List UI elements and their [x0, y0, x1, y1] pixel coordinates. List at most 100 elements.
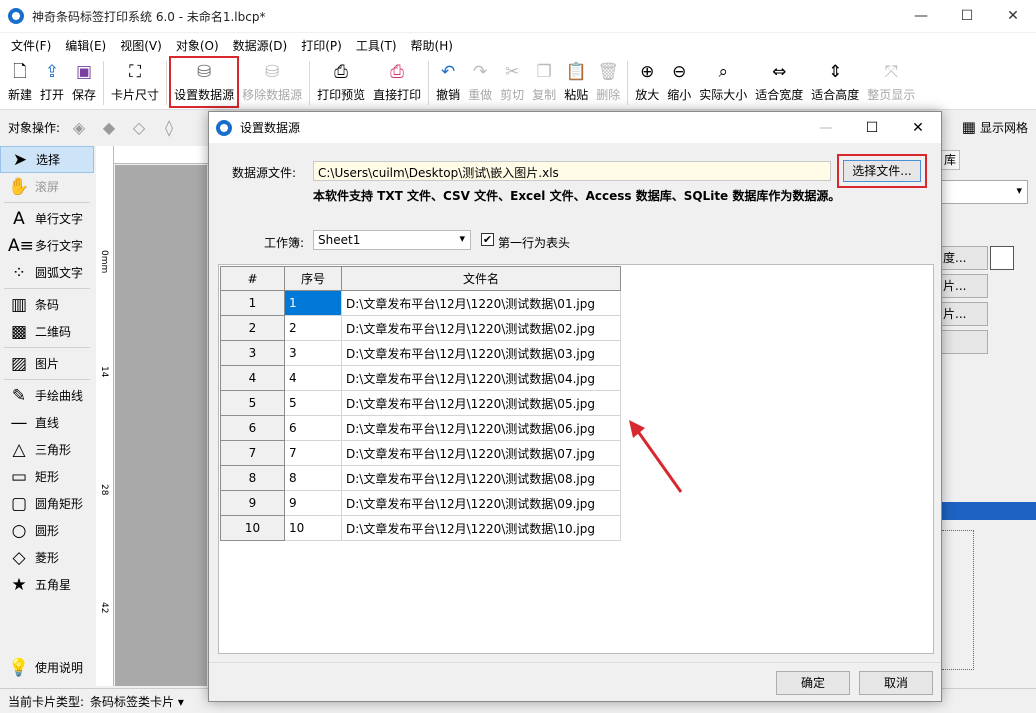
actual-size-button[interactable]: ⌕ 实际大小 [695, 57, 751, 107]
table-row[interactable]: 6 6 D:\文章发布平台\12月\1220\测试数据\06.jpg [220, 415, 621, 441]
row-number-cell[interactable]: 10 [220, 515, 285, 541]
seq-cell[interactable]: 7 [284, 440, 342, 466]
seq-cell[interactable]: 5 [284, 390, 342, 416]
tool-freehand[interactable]: ✎ 手绘曲线 [0, 382, 94, 409]
seq-cell[interactable]: 1 [284, 290, 342, 316]
seq-cell[interactable]: 10 [284, 515, 342, 541]
row-number-cell[interactable]: 5 [220, 390, 285, 416]
tool-round-rect[interactable]: ▢ 圆角矩形 [0, 490, 94, 517]
tool-single-text[interactable]: A 单行文字 [0, 205, 94, 232]
table-row[interactable]: 4 4 D:\文章发布平台\12月\1220\测试数据\04.jpg [220, 365, 621, 391]
seq-cell[interactable]: 3 [284, 340, 342, 366]
print-preview-button[interactable]: ⎙ 打印预览 [313, 57, 369, 107]
row-number-cell[interactable]: 2 [220, 315, 285, 341]
property-select[interactable] [940, 180, 1028, 204]
ok-button[interactable]: 确定 [776, 671, 850, 695]
first-row-header-checkbox[interactable]: ✔ [481, 233, 494, 246]
filename-cell[interactable]: D:\文章发布平台\12月\1220\测试数据\01.jpg [341, 290, 621, 316]
right-panel-button[interactable]: 片... [940, 302, 988, 326]
row-number-cell[interactable]: 3 [220, 340, 285, 366]
save-button[interactable]: ▣ 保存 [68, 57, 100, 107]
fit-height-button[interactable]: ⇕ 适合高度 [807, 57, 863, 107]
tool-image[interactable]: ▨ 图片 [0, 350, 94, 377]
datasource-path-field[interactable]: C:\Users\cuilm\Desktop\测试\嵌入图片.xls [313, 161, 831, 181]
tool-barcode[interactable]: ▥ 条码 [0, 291, 94, 318]
filename-cell[interactable]: D:\文章发布平台\12月\1220\测试数据\04.jpg [341, 365, 621, 391]
card-size-button[interactable]: ⛶ 卡片尺寸 [107, 57, 163, 107]
menu-help[interactable]: 帮助(H) [404, 37, 460, 54]
new-button[interactable]: 🗋 新建 [4, 57, 36, 107]
filename-cell[interactable]: D:\文章发布平台\12月\1220\测试数据\05.jpg [341, 390, 621, 416]
tool-multi-text[interactable]: A≡ 多行文字 [0, 232, 94, 259]
menu-datasource[interactable]: 数据源(D) [226, 37, 295, 54]
close-button[interactable]: ✕ [990, 0, 1036, 32]
filename-cell[interactable]: D:\文章发布平台\12月\1220\测试数据\06.jpg [341, 415, 621, 441]
right-tab[interactable]: 库 [940, 150, 960, 170]
tool-triangle[interactable]: △ 三角形 [0, 436, 94, 463]
right-panel-button[interactable]: 片... [940, 274, 988, 298]
cancel-button[interactable]: 取消 [859, 671, 933, 695]
tool-diamond[interactable]: ◇ 菱形 [0, 544, 94, 571]
table-row[interactable]: 2 2 D:\文章发布平台\12月\1220\测试数据\02.jpg [220, 315, 621, 341]
menu-view[interactable]: 视图(V) [113, 37, 169, 54]
layer-down-icon[interactable]: ◊ [158, 118, 180, 137]
tool-circle[interactable]: ○ 圆形 [0, 517, 94, 544]
seq-cell[interactable]: 8 [284, 465, 342, 491]
table-row[interactable]: 1 1 D:\文章发布平台\12月\1220\测试数据\01.jpg [220, 290, 621, 316]
table-row[interactable]: 10 10 D:\文章发布平台\12月\1220\测试数据\10.jpg [220, 515, 621, 541]
choose-file-button[interactable]: 选择文件... [843, 160, 921, 182]
cut-button[interactable]: ✂ 剪切 [496, 57, 528, 107]
row-number-cell[interactable]: 4 [220, 365, 285, 391]
tool-line[interactable]: — 直线 [0, 409, 94, 436]
row-number-cell[interactable]: 8 [220, 465, 285, 491]
tool-star[interactable]: ★ 五角星 [0, 571, 94, 598]
tool-qrcode[interactable]: ▩ 二维码 [0, 318, 94, 345]
row-number-cell[interactable]: 1 [220, 290, 285, 316]
redo-button[interactable]: ↷ 重做 [464, 57, 496, 107]
delete-button[interactable]: 🗑 删除 [592, 57, 624, 107]
right-panel-button[interactable] [940, 330, 988, 354]
card-type-dropdown[interactable]: 条码标签类卡片 ▾ [90, 693, 184, 710]
table-row[interactable]: 3 3 D:\文章发布平台\12月\1220\测试数据\03.jpg [220, 340, 621, 366]
minimize-button[interactable]: — [898, 0, 944, 32]
undo-button[interactable]: ↶ 撤销 [432, 57, 464, 107]
row-number-cell[interactable]: 6 [220, 415, 285, 441]
table-row[interactable]: 9 9 D:\文章发布平台\12月\1220\测试数据\09.jpg [220, 490, 621, 516]
dialog-close-button[interactable]: ✕ [895, 112, 941, 143]
paste-button[interactable]: 📋 粘贴 [560, 57, 592, 107]
tool-scroll[interactable]: ✋ 滚屏 [0, 173, 94, 200]
seq-cell[interactable]: 9 [284, 490, 342, 516]
direct-print-button[interactable]: ⎙ 直接打印 [369, 57, 425, 107]
full-page-button[interactable]: ⤧ 整页显示 [863, 57, 919, 107]
table-row[interactable]: 5 5 D:\文章发布平台\12月\1220\测试数据\05.jpg [220, 390, 621, 416]
fit-width-button[interactable]: ⇔ 适合宽度 [751, 57, 807, 107]
row-number-cell[interactable]: 9 [220, 490, 285, 516]
copy-button[interactable]: ❐ 复制 [528, 57, 560, 107]
filename-cell[interactable]: D:\文章发布平台\12月\1220\测试数据\09.jpg [341, 490, 621, 516]
color-swatch[interactable] [990, 246, 1014, 270]
bring-front-icon[interactable]: ◈ [68, 118, 90, 137]
zoom-out-button[interactable]: ⊖ 缩小 [663, 57, 695, 107]
workbook-select[interactable]: Sheet1 [313, 230, 471, 250]
filename-cell[interactable]: D:\文章发布平台\12月\1220\测试数据\03.jpg [341, 340, 621, 366]
seq-cell[interactable]: 2 [284, 315, 342, 341]
dialog-maximize-button[interactable]: ☐ [849, 112, 895, 143]
filename-cell[interactable]: D:\文章发布平台\12月\1220\测试数据\08.jpg [341, 465, 621, 491]
seq-cell[interactable]: 4 [284, 365, 342, 391]
filename-cell[interactable]: D:\文章发布平台\12月\1220\测试数据\02.jpg [341, 315, 621, 341]
send-back-icon[interactable]: ◆ [98, 118, 120, 137]
table-row[interactable]: 8 8 D:\文章发布平台\12月\1220\测试数据\08.jpg [220, 465, 621, 491]
tool-help[interactable]: 💡 使用说明 [0, 654, 83, 681]
tool-select[interactable]: ➤ 选择 [0, 146, 94, 173]
seq-cell[interactable]: 6 [284, 415, 342, 441]
table-row[interactable]: 7 7 D:\文章发布平台\12月\1220\测试数据\07.jpg [220, 440, 621, 466]
filename-cell[interactable]: D:\文章发布平台\12月\1220\测试数据\07.jpg [341, 440, 621, 466]
menu-tools[interactable]: 工具(T) [349, 37, 404, 54]
tool-rect[interactable]: ▭ 矩形 [0, 463, 94, 490]
zoom-in-button[interactable]: ⊕ 放大 [631, 57, 663, 107]
menu-edit[interactable]: 编辑(E) [58, 37, 113, 54]
design-canvas[interactable] [115, 165, 207, 686]
menu-object[interactable]: 对象(O) [169, 37, 226, 54]
tool-arc-text[interactable]: ⁘ 圆弧文字 [0, 259, 94, 286]
row-number-cell[interactable]: 7 [220, 440, 285, 466]
